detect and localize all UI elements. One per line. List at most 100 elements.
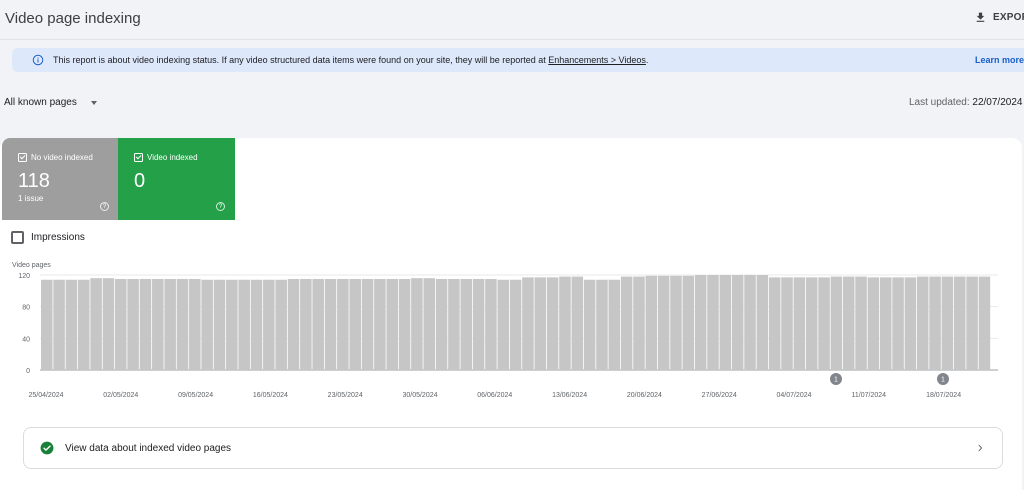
chart-bar [522, 277, 534, 370]
chart-bar [855, 276, 867, 370]
chart-bar [805, 277, 818, 370]
chevron-right-icon [978, 444, 983, 452]
chart-bar [435, 278, 448, 370]
chart-bar [152, 278, 164, 370]
chart-bar [127, 278, 139, 370]
learn-more-link[interactable]: Learn more [975, 55, 1024, 65]
chart-bar [633, 276, 645, 370]
no-video-indexed-issues: 1 issue [18, 194, 44, 203]
export-button[interactable]: EXPORT [974, 11, 1024, 24]
chart-bar [916, 276, 929, 370]
y-tick-label: 120 [18, 273, 30, 280]
chart-bar [300, 278, 312, 370]
impressions-label: Impressions [31, 232, 85, 243]
chart-bar [596, 279, 608, 370]
chart-bar [263, 279, 275, 370]
chart-bar [238, 279, 250, 370]
chart-bar [546, 277, 559, 370]
video-indexed-tile[interactable]: Video indexed 0 ? [118, 138, 235, 220]
y-tick-label: 40 [22, 336, 30, 343]
chart-bar [670, 275, 682, 370]
help-icon[interactable]: ? [100, 202, 109, 211]
chart-bar [485, 278, 497, 370]
x-tick-label: 02/05/2024 [103, 392, 138, 399]
no-video-indexed-count: 118 [18, 170, 50, 192]
chart-bar [361, 278, 374, 370]
chart-bar [793, 277, 806, 370]
annotation-label: 1 [834, 377, 838, 384]
last-updated-label: Last updated: [909, 97, 970, 108]
video-pages-chart: Video pages 0 40 80 120 25/04/2024 02/05/2024 0… [0, 258, 1022, 408]
chart-bar [731, 275, 744, 370]
chart-bar [707, 275, 719, 370]
chart-bar [337, 278, 349, 370]
chart-bar [645, 275, 658, 370]
chart-bar [966, 276, 978, 370]
chart-bar [472, 278, 485, 370]
video-indexed-count: 0 [134, 170, 146, 192]
enhancements-videos-link[interactable]: Enhancements > Videos [548, 55, 646, 65]
x-tick-label: 11/07/2024 [852, 392, 887, 399]
last-updated-value: 22/07/2024 [972, 97, 1023, 108]
chart-bar [65, 279, 78, 370]
impressions-checkbox[interactable]: Impressions [11, 231, 85, 244]
chart-bar [189, 278, 201, 370]
chart-svg: Video pages 0 40 80 120 25/04/2024 02/05/2024 0… [12, 262, 998, 399]
x-tick-label: 25/04/2024 [28, 392, 63, 399]
chart-bar [78, 279, 90, 370]
chart-bar [324, 278, 337, 370]
chart-bar [534, 277, 547, 370]
pages-filter-dropdown[interactable]: All known pages [4, 97, 97, 108]
chart-bar [90, 278, 102, 370]
chart-bar [201, 279, 213, 370]
info-icon [32, 54, 44, 66]
chart-bar [768, 277, 781, 370]
chart-bar [423, 278, 436, 370]
chart-bar [275, 279, 287, 370]
chart-bar [892, 277, 904, 370]
checkbox-checked-icon [134, 153, 143, 162]
banner-period: . [645, 55, 649, 65]
page-title: Video page indexing [5, 10, 141, 27]
caret-down-icon [90, 100, 97, 105]
chart-bar [978, 276, 991, 370]
chart-bar [842, 276, 855, 370]
chart-bar [386, 278, 398, 370]
chart-bar [102, 278, 115, 370]
chart-bar [176, 278, 189, 370]
x-tick-label: 23/05/2024 [328, 392, 363, 399]
x-tick-label: 06/06/2024 [477, 392, 512, 399]
chart-bar [941, 276, 954, 370]
chart-bar [818, 277, 830, 370]
chart-bar [509, 279, 522, 370]
chart-bar [571, 276, 584, 370]
export-label: EXPORT [993, 12, 1024, 23]
pages-filter-label: All known pages [4, 97, 77, 108]
chart-bar [115, 278, 127, 370]
chart-bar [608, 279, 621, 370]
view-indexed-pages-row[interactable]: View data about indexed video pages [23, 427, 1003, 469]
x-tick-label: 18/07/2024 [926, 392, 961, 399]
chart-bar [781, 277, 793, 370]
chart-bar [164, 278, 176, 370]
report-card: No video indexed 118 1 issue ? Video ind… [0, 138, 1022, 490]
chart-bar [904, 277, 917, 370]
page-header: Video page indexing EXPORT [0, 0, 1024, 40]
x-tick-label: 13/06/2024 [552, 392, 587, 399]
checkbox-checked-icon [18, 153, 27, 162]
y-tick-label: 0 [26, 368, 30, 375]
video-indexed-label-row: Video indexed [134, 153, 198, 162]
help-icon[interactable]: ? [216, 202, 225, 211]
download-icon [976, 12, 985, 22]
no-video-indexed-label: No video indexed [31, 153, 93, 162]
info-banner: This report is about video indexing stat… [12, 48, 1024, 72]
chart-bar [312, 278, 324, 370]
chart-bar [559, 276, 571, 370]
check-circle-icon [40, 441, 54, 455]
chart-bar [411, 278, 423, 370]
chart-bar [139, 278, 152, 370]
chart-bar [620, 276, 633, 370]
chart-bar [287, 278, 300, 370]
no-video-indexed-tile[interactable]: No video indexed 118 1 issue ? [2, 138, 118, 220]
x-tick-label: 27/06/2024 [702, 392, 737, 399]
